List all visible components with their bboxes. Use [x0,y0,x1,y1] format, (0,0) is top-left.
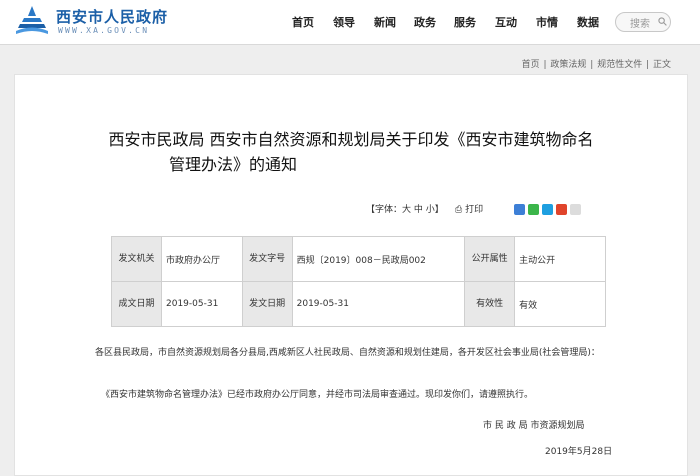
validity-label: 有效性 [464,281,516,327]
qzone-icon[interactable] [542,204,553,215]
nav-item-city-info[interactable]: 市情 [536,14,558,30]
breadcrumb-home[interactable]: 首页 [522,60,540,70]
document-info-table: 发文机关 市政府办公厅 发文字号 西规〔2019〕008－民政局002 公开属性… [111,236,606,327]
wechat-icon[interactable] [528,204,539,215]
article-paragraph-2: 《西安市建筑物命名管理办法》已经市政府办公厅同意，并经市司法局审查通过。现印发你… [101,390,534,400]
breadcrumb-normative-docs[interactable]: 规范性文件 [597,60,642,70]
table-row: 发文机关 市政府办公厅 发文字号 西规〔2019〕008－民政局002 公开属性… [111,236,606,282]
issue-date-label: 发文日期 [241,281,293,327]
validity-value: 有效 [514,281,606,327]
search-box[interactable]: 搜索 [615,12,671,32]
breadcrumb-current: 正文 [652,60,671,70]
print-label: 打印 [465,205,484,215]
print-button[interactable]: ⎙ 打印 [455,202,483,215]
weibo-icon[interactable] [556,204,567,215]
doc-number-label: 发文字号 [241,236,293,282]
share-bar [514,200,584,219]
nav-item-data[interactable]: 数据 [577,14,599,30]
nav-item-home[interactable]: 首页 [292,14,314,30]
nav-item-government-affairs[interactable]: 政务 [414,14,436,30]
site-name[interactable]: 西安市人民政府 [56,6,168,27]
site-header: 西安市人民政府 WWW.XA.GOV.CN 首页 领导 新闻 政务 服务 互动 … [0,0,700,45]
site-url: WWW.XA.GOV.CN [58,26,150,35]
doc-number-value: 西规〔2019〕008－民政局002 [291,236,466,282]
written-date-value: 2019-05-31 [161,281,243,327]
nav-item-interaction[interactable]: 互动 [495,14,517,30]
article-paragraph-1: 各区县民政局，市自然资源规划局各分县局,西咸新区人社民政局、自然资源和规划住建局… [95,348,600,358]
issue-date-value: 2019-05-31 [291,281,466,327]
more-share-icon[interactable] [570,204,581,215]
search-icon[interactable] [658,17,667,26]
breadcrumb-policies[interactable]: 政策法规 [550,60,586,70]
article-card: 西安市民政局 西安市自然资源和规划局关于印发《西安市建筑物命名 管理办法》的通知… [14,74,688,476]
search-input[interactable]: 搜索 [630,15,650,30]
public-attr-value: 主动公开 [514,236,606,282]
printer-icon: ⎙ [455,205,463,215]
signature: 市 民 政 局 市资源规划局 [483,421,585,431]
nav-item-services[interactable]: 服务 [454,14,476,30]
written-date-label: 成文日期 [111,281,162,327]
site-logo-icon[interactable] [14,4,50,38]
breadcrumb: 首页 | 政策法规 | 规范性文件 | 正文 [521,60,671,70]
issuer-value: 市政府办公厅 [161,236,243,282]
public-attr-label: 公开属性 [464,236,516,282]
article-title-line-1: 西安市民政局 西安市自然资源和规划局关于印发《西安市建筑物命名 [108,130,594,149]
table-row: 成文日期 2019-05-31 发文日期 2019-05-31 有效性 有效 [111,281,606,327]
nav-item-leaders[interactable]: 领导 [333,14,355,30]
font-size-tool[interactable]: 【字体：大 中 小】 [366,202,444,215]
article-title-line-2: 管理办法》的通知 [168,155,297,174]
nav-item-news[interactable]: 新闻 [374,14,396,30]
share-plus-icon[interactable] [514,204,525,215]
issuer-label: 发文机关 [111,236,162,282]
